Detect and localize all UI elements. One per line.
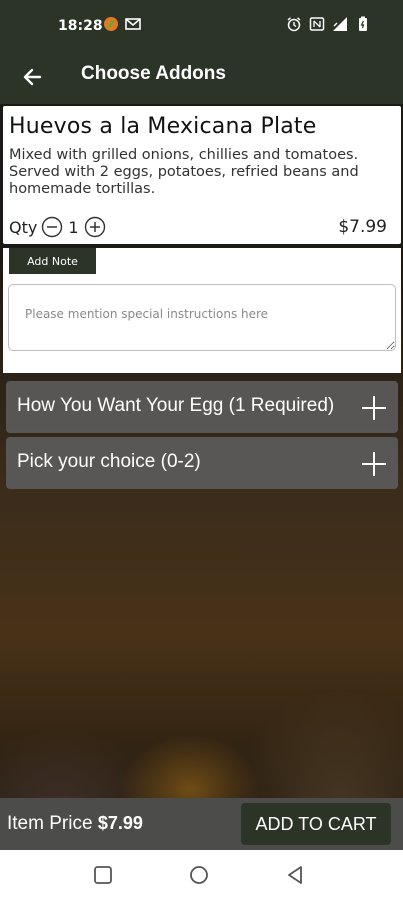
item-description: Mixed with grilled onions, chillies and …: [9, 147, 359, 197]
page-title: Choose Addons: [81, 63, 226, 84]
add-to-cart-button[interactable]: ADD TO CART: [241, 803, 391, 845]
status-time: 18:28: [58, 18, 103, 34]
note-card: Add Note: [3, 248, 401, 373]
item-title: Huevos a la Mexicana Plate: [9, 114, 317, 139]
signal-icon: [333, 17, 347, 31]
system-navigation-bar: [0, 850, 403, 900]
plus-icon[interactable]: [359, 449, 389, 479]
addon-group-label: Pick your choice (0-2): [17, 451, 201, 472]
plus-circle-icon[interactable]: [84, 216, 106, 238]
status-bar: 18:28: [0, 0, 403, 52]
home-circle-icon[interactable]: [188, 864, 210, 886]
app-notification-icon: [104, 17, 118, 31]
arrow-left-icon[interactable]: [18, 62, 48, 92]
item-price-summary: Item Price $7.99: [7, 813, 143, 835]
minus-circle-icon[interactable]: [41, 216, 63, 238]
battery-icon: [359, 16, 367, 31]
nfc-icon: [309, 17, 325, 31]
addon-group-choice[interactable]: Pick your choice (0-2): [6, 437, 398, 489]
item-card: Huevos a la Mexicana Plate Mixed with gr…: [3, 106, 401, 244]
app-bar: Choose Addons: [0, 52, 403, 104]
item-price: $7.99: [338, 217, 387, 237]
add-note-label: Add Note: [9, 248, 96, 274]
alarm-icon: [287, 17, 301, 32]
quantity-stepper: Qty 1: [9, 216, 106, 238]
back-triangle-icon[interactable]: [284, 864, 306, 886]
special-instructions-input[interactable]: [8, 284, 396, 351]
qty-label: Qty: [9, 217, 38, 237]
addon-group-label: How You Want Your Egg (1 Required): [17, 395, 335, 416]
checkout-footer: Item Price $7.99 ADD TO CART: [0, 798, 403, 850]
gmail-icon: [125, 18, 141, 30]
qty-value: 1: [68, 217, 79, 237]
addon-group-egg[interactable]: How You Want Your Egg (1 Required): [6, 381, 398, 433]
item-price-summary-label: Item Price: [7, 813, 93, 834]
item-price-summary-value: $7.99: [97, 813, 143, 833]
recents-square-icon[interactable]: [92, 864, 114, 886]
plus-icon[interactable]: [359, 393, 389, 423]
